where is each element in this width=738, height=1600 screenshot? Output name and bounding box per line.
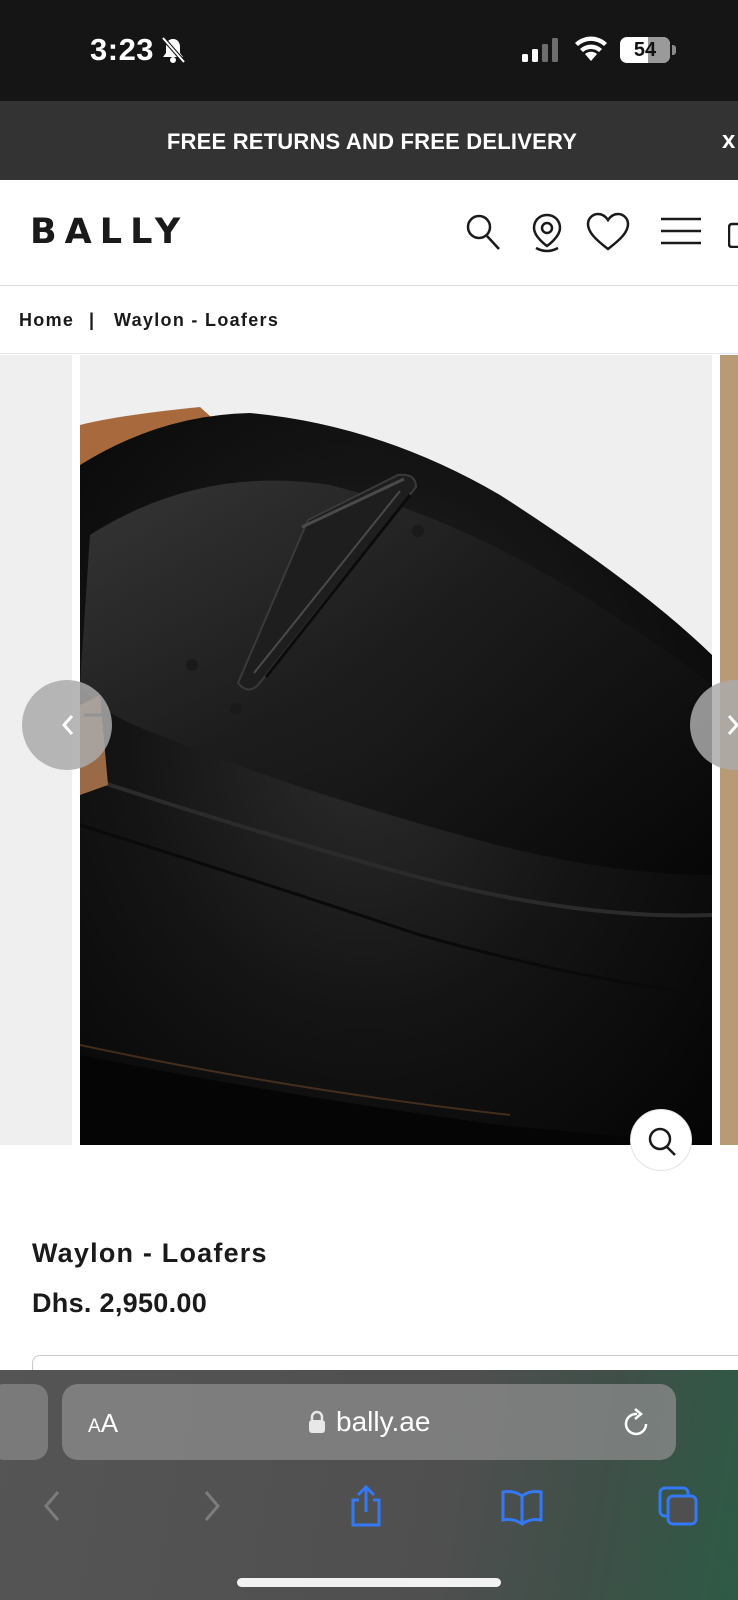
gallery-next-button[interactable] — [690, 680, 738, 770]
gallery-prev-button[interactable] — [22, 680, 112, 770]
previous-tab-stub[interactable] — [0, 1384, 48, 1460]
site-header: BALLY — [0, 180, 738, 286]
promo-banner: FREE RETURNS AND FREE DELIVERY x — [0, 101, 738, 180]
home-indicator[interactable] — [237, 1578, 501, 1587]
breadcrumb-current: Waylon - Loafers — [114, 310, 280, 330]
product-gallery[interactable] — [0, 355, 738, 1145]
tabs-icon[interactable] — [656, 1484, 700, 1528]
safari-toolbar: AA bally.ae — [0, 1370, 738, 1600]
url-text[interactable]: bally.ae — [336, 1406, 430, 1438]
back-icon[interactable] — [32, 1484, 76, 1528]
zoom-button[interactable] — [630, 1109, 692, 1171]
wishlist-heart-icon[interactable] — [585, 212, 631, 252]
battery-icon: 54 — [620, 37, 670, 63]
search-icon[interactable] — [464, 212, 502, 252]
chevron-right-icon — [727, 715, 738, 735]
aa-small-letter: A — [88, 1416, 101, 1437]
bell-slash-icon — [161, 36, 186, 64]
share-icon[interactable] — [344, 1484, 388, 1528]
menu-icon[interactable] — [660, 216, 702, 246]
product-image[interactable] — [80, 355, 712, 1145]
wifi-icon — [575, 36, 607, 61]
loafer-photo — [80, 355, 712, 1145]
zoom-search-icon — [648, 1127, 676, 1156]
reload-icon[interactable] — [622, 1406, 652, 1438]
status-bar: 3:23 54 — [0, 0, 738, 101]
battery-nub — [672, 45, 676, 55]
breadcrumb-home-link[interactable]: Home — [19, 310, 74, 331]
promo-text: FREE RETURNS AND FREE DELIVERY — [166, 129, 578, 154]
breadcrumb-separator: | — [89, 310, 96, 330]
promo-close-button[interactable]: x — [722, 127, 735, 155]
status-time: 3:23 — [90, 32, 155, 67]
product-price: Dhs. 2,950.00 — [32, 1288, 208, 1318]
address-bar[interactable]: AA bally.ae — [62, 1384, 676, 1460]
store-locator-icon[interactable] — [530, 212, 564, 254]
lock-icon — [309, 1410, 325, 1433]
aa-large-letter: A — [100, 1408, 119, 1438]
product-title: Waylon - Loafers — [32, 1238, 268, 1268]
battery-level: 54 — [633, 39, 657, 61]
cellular-signal-icon — [522, 38, 558, 62]
reader-settings-button[interactable]: AA — [88, 1408, 118, 1439]
chevron-left-icon — [61, 715, 74, 735]
brand-logo[interactable]: BALLY — [30, 212, 188, 252]
bag-icon[interactable] — [728, 218, 738, 248]
forward-icon[interactable] — [188, 1484, 232, 1528]
bookmarks-icon[interactable] — [500, 1484, 544, 1528]
breadcrumb: Home | Waylon - Loafers — [0, 287, 738, 354]
